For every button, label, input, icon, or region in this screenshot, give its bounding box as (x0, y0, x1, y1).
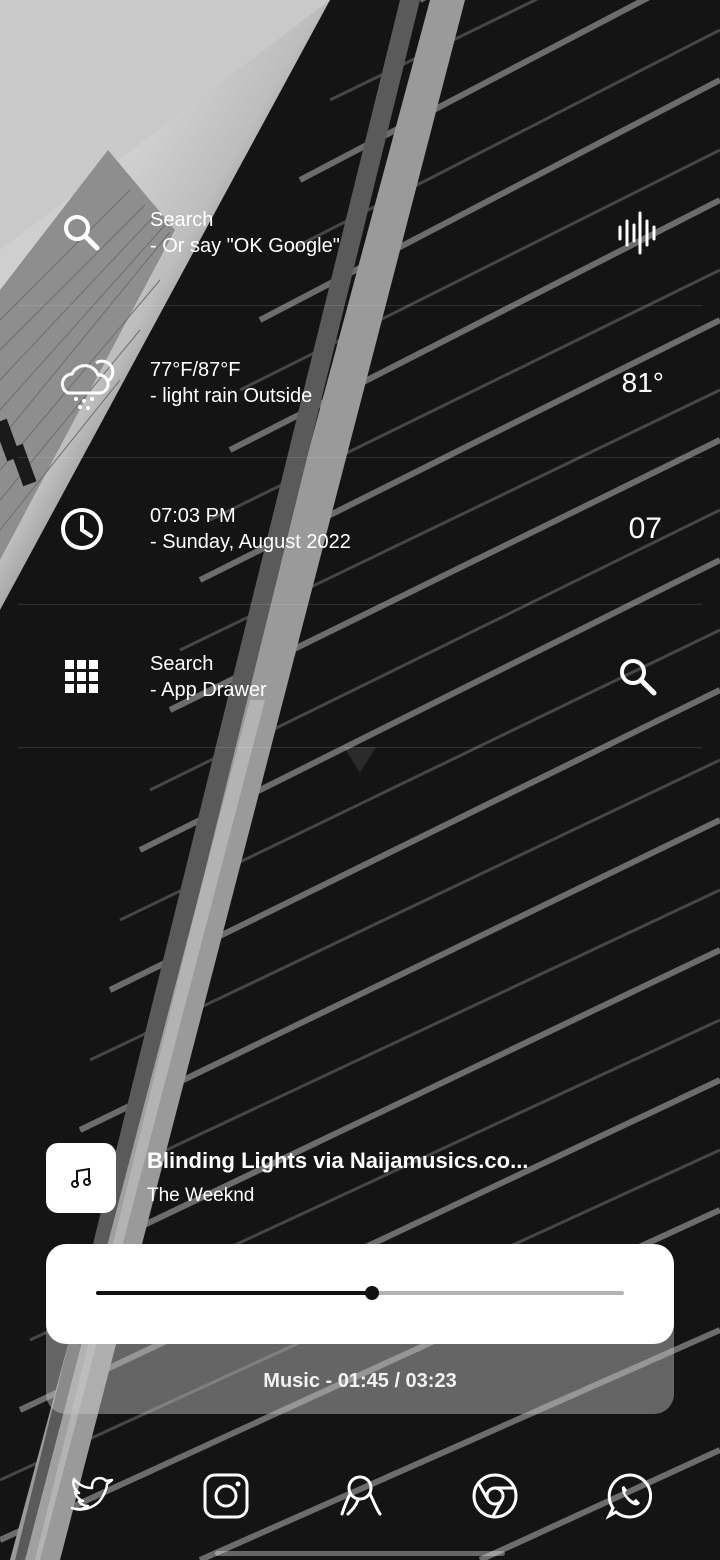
search-row[interactable]: Search - Or say "OK Google" (18, 168, 702, 298)
weather-row[interactable]: 77°F/87°F - light rain Outside 81° (18, 318, 702, 448)
clock-icon (58, 505, 106, 553)
weather-range: 77°F/87°F (150, 359, 241, 381)
date-text: - Sunday, August 2022 (150, 531, 351, 553)
seek-progress (96, 1291, 373, 1295)
app-search-icon[interactable] (616, 655, 660, 699)
search-icon (58, 209, 106, 257)
track-title: Blinding Lights via Naijamusics.co... (147, 1148, 529, 1173)
seek-handle[interactable] (365, 1286, 380, 1300)
time-text: 07:03 PM (150, 505, 236, 527)
seek-bar-card[interactable] (46, 1244, 674, 1344)
chrome-icon[interactable] (469, 1470, 521, 1522)
playback-caption: Music - 01:45 / 03:23 (263, 1370, 457, 1392)
weather-text: 77°F/87°F - light rain Outside (150, 357, 312, 409)
app-drawer-subtitle: - App Drawer (150, 679, 267, 701)
divider (18, 604, 702, 605)
search-title: Search (150, 209, 214, 231)
search-subtitle: - Or say "OK Google" (150, 235, 340, 257)
seek-track[interactable] (96, 1286, 624, 1300)
voice-search-icon[interactable] (616, 211, 660, 255)
pointer-notch (344, 747, 376, 773)
grid-icon (58, 653, 106, 701)
app-dock (0, 1470, 720, 1522)
beeper-icon[interactable] (334, 1470, 386, 1522)
track-artist: The Weeknd (147, 1185, 255, 1206)
app-drawer-row[interactable]: Search - App Drawer (18, 612, 702, 742)
home-indicator[interactable] (215, 1551, 505, 1556)
app-drawer-title: Search (150, 653, 214, 675)
album-art[interactable] (46, 1143, 116, 1213)
divider (18, 305, 702, 306)
weather-condition: - light rain Outside (150, 385, 313, 407)
twitter-icon[interactable] (66, 1470, 118, 1522)
day-number: 07 (628, 512, 662, 545)
whatsapp-icon[interactable] (604, 1470, 656, 1522)
clock-text: 07:03 PM - Sunday, August 2022 (150, 503, 351, 555)
app-drawer-text: Search - App Drawer (150, 651, 267, 703)
rain-cloud-icon (56, 353, 116, 413)
music-note-icon (71, 1167, 91, 1188)
clock-row[interactable]: 07:03 PM - Sunday, August 2022 07 (18, 464, 702, 594)
instagram-icon[interactable] (200, 1470, 252, 1522)
current-temperature: 81° (621, 367, 664, 398)
divider (18, 457, 702, 458)
search-text: Search - Or say "OK Google" (150, 207, 340, 259)
